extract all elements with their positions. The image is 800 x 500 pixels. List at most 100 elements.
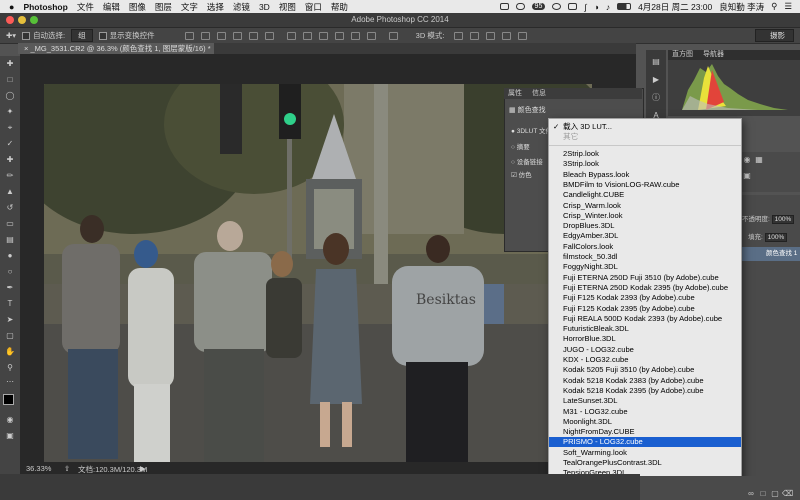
show-transform-option[interactable]: 显示变换控件	[98, 30, 155, 41]
menu-item-lut[interactable]: Bleach Bypass.look	[549, 170, 741, 180]
distribute-top-icon[interactable]	[286, 31, 296, 40]
align-vcenter-icon[interactable]	[200, 31, 210, 40]
dither-checkbox[interactable]: ☑	[511, 172, 517, 179]
menubar-badge[interactable]: 95	[531, 3, 546, 10]
menu-item-lut[interactable]: 3Strip.look	[549, 159, 741, 169]
pan-3d-icon[interactable]	[486, 31, 496, 40]
share-icon[interactable]: ⇧	[64, 464, 70, 473]
align-left-icon[interactable]	[232, 31, 242, 40]
menu-filter[interactable]: 滤镜	[233, 1, 250, 13]
minimize-window-button[interactable]	[18, 16, 26, 24]
volume-icon[interactable]: ♪	[606, 2, 610, 12]
menu-item-lut[interactable]: FallColors.look	[549, 242, 741, 252]
menu-item-lut[interactable]: Crisp_Winter.look	[549, 211, 741, 221]
menubar-sync-icon[interactable]	[552, 3, 562, 10]
option-dither[interactable]: ☑ 仿色	[511, 169, 532, 179]
tab-properties[interactable]: 属性	[508, 90, 522, 97]
path-select-tool-icon[interactable]: ➤	[5, 316, 15, 324]
menu-item-lut[interactable]: TealOrangePlusContrast.3DL	[549, 458, 741, 468]
menu-image[interactable]: 图像	[129, 1, 146, 13]
zoom-window-button[interactable]	[30, 16, 38, 24]
tab-histogram[interactable]: 直方图	[672, 50, 693, 60]
blur-tool-icon[interactable]: ●	[5, 252, 15, 260]
wifi-icon[interactable]: ◑	[594, 2, 599, 12]
auto-select-dropdown[interactable]: 组	[71, 29, 93, 42]
actions-panel-icon[interactable]: ▶	[651, 76, 661, 84]
menu-item-lut[interactable]: Fuji REALA 500D Kodak 2393 (by Adobe).cu…	[549, 314, 741, 324]
document-tab[interactable]: × _MG_3531.CR2 @ 36.3% (颜色查找 1, 图层蒙版/16)…	[18, 43, 214, 54]
menu-3d[interactable]: 3D	[259, 2, 270, 12]
menu-edit[interactable]: 编辑	[103, 1, 120, 13]
search-icon[interactable]: ⚲	[771, 1, 777, 12]
pen-tool-icon[interactable]: ✒	[5, 284, 15, 292]
history-brush-tool-icon[interactable]: ↺	[5, 204, 15, 212]
show-transform-checkbox[interactable]	[98, 31, 107, 40]
distribute-hcenter-icon[interactable]	[350, 31, 360, 40]
menu-item-lut[interactable]: Fuji ETERNA 250D Fuji 3510 (by Adobe).cu…	[549, 273, 741, 283]
opacity-input[interactable]: 100%	[771, 215, 795, 224]
eyedropper-tool-icon[interactable]: ✓	[5, 140, 15, 148]
menu-item-lut[interactable]: NightFromDay.CUBE	[549, 427, 741, 437]
menu-item-lut[interactable]: PRISMO - LOG32.cube	[549, 437, 741, 448]
menu-item-lut[interactable]: DropBlues.3DL	[549, 221, 741, 231]
new-group-icon[interactable]: ▢	[770, 490, 780, 498]
new-layer-icon[interactable]: □	[758, 490, 768, 498]
clone-stamp-tool-icon[interactable]: ▲	[5, 188, 15, 196]
close-window-button[interactable]	[6, 16, 14, 24]
user-name[interactable]: 良知勤 李涛	[719, 1, 764, 13]
menu-item-lut[interactable]: Fuji F125 Kodak 2395 (by Adobe).cube	[549, 304, 741, 314]
workspace-dropdown[interactable]: 摄影	[755, 29, 794, 42]
quick-select-tool-icon[interactable]: ✦	[5, 108, 15, 116]
document-info[interactable]: 文档:120.3M/120.3M	[78, 464, 147, 475]
menu-item-lut[interactable]: LateSunset.3DL	[549, 396, 741, 406]
menubar-screen-icon[interactable]	[568, 3, 578, 10]
hand-tool-icon[interactable]: ✋	[5, 348, 15, 356]
distribute-vcenter-icon[interactable]	[302, 31, 312, 40]
menu-item-lut[interactable]: Fuji ETERNA 250D Kodak 2395 (by Adobe).c…	[549, 283, 741, 293]
align-hcenter-icon[interactable]	[248, 31, 258, 40]
menu-item-lut[interactable]: Moonlight.3DL	[549, 417, 741, 427]
align-right-icon[interactable]	[264, 31, 274, 40]
menu-item-lut[interactable]: M31 - LOG32.cube	[549, 407, 741, 417]
apple-icon[interactable]: ●	[9, 2, 14, 12]
rectangle-tool-icon[interactable]: ▢	[5, 332, 15, 340]
align-top-icon[interactable]	[184, 31, 194, 40]
menu-item-lut[interactable]: KDX - LOG32.cube	[549, 355, 741, 365]
tab-navigator[interactable]: 导航器	[703, 50, 724, 60]
option-3dlut[interactable]: ● 3DLUT 文件	[511, 125, 552, 135]
menu-item-lut[interactable]: JUGO - LOG32.cube	[549, 345, 741, 355]
auto-select-option[interactable]: 自动选择:	[22, 30, 65, 41]
more-tools-icon[interactable]: ⋯	[5, 378, 15, 386]
menu-view[interactable]: 视图	[279, 1, 296, 13]
menu-item-lut[interactable]: Kodak 5218 Kodak 2395 (by Adobe).cube	[549, 386, 741, 396]
move-tool-icon[interactable]: ✚	[5, 60, 15, 68]
menu-select[interactable]: 选择	[207, 1, 224, 13]
menu-item-lut[interactable]: Fuji F125 Kodak 2393 (by Adobe).cube	[549, 293, 741, 303]
menu-window[interactable]: 窗口	[305, 1, 322, 13]
orbit-3d-icon[interactable]	[454, 31, 464, 40]
radio-device-link[interactable]: ○	[511, 159, 515, 166]
link-layers-icon[interactable]: ∞	[746, 490, 756, 498]
menu-item-lut[interactable]: 2Strip.look	[549, 149, 741, 159]
menu-item-load-3d-lut[interactable]: ✓ 载入 3D LUT...	[549, 122, 741, 132]
menu-item-lut[interactable]: BMDFilm to VisionLOG-RAW.cube	[549, 180, 741, 190]
brush-tool-icon[interactable]: ✏	[5, 172, 15, 180]
menu-item-lut[interactable]: HorrorBlue.3DL	[549, 334, 741, 344]
option-abstract[interactable]: ○ 摘要	[511, 141, 530, 151]
crop-tool-icon[interactable]: ⌖	[5, 124, 15, 132]
threshold-icon[interactable]: ▣	[742, 172, 752, 180]
menu-app[interactable]: Photoshop	[23, 2, 67, 12]
eraser-tool-icon[interactable]: ▭	[5, 220, 15, 228]
distribute-left-icon[interactable]	[334, 31, 344, 40]
auto-select-checkbox[interactable]	[22, 31, 31, 40]
menu-type[interactable]: 文字	[181, 1, 198, 13]
history-panel-icon[interactable]: ▤	[651, 58, 661, 66]
distribute-right-icon[interactable]	[366, 31, 376, 40]
menu-item-lut[interactable]: Kodak 5205 Fuji 3510 (by Adobe).cube	[549, 365, 741, 375]
lasso-tool-icon[interactable]: ◯	[5, 92, 15, 100]
menubar-cloud-icon[interactable]	[515, 3, 525, 10]
menu-item-lut[interactable]: filmstock_50.3dl	[549, 252, 741, 262]
auto-align-icon[interactable]	[388, 31, 398, 40]
option-device-link[interactable]: ○ 设备链接	[511, 156, 543, 166]
dodge-tool-icon[interactable]: ○	[5, 268, 15, 276]
